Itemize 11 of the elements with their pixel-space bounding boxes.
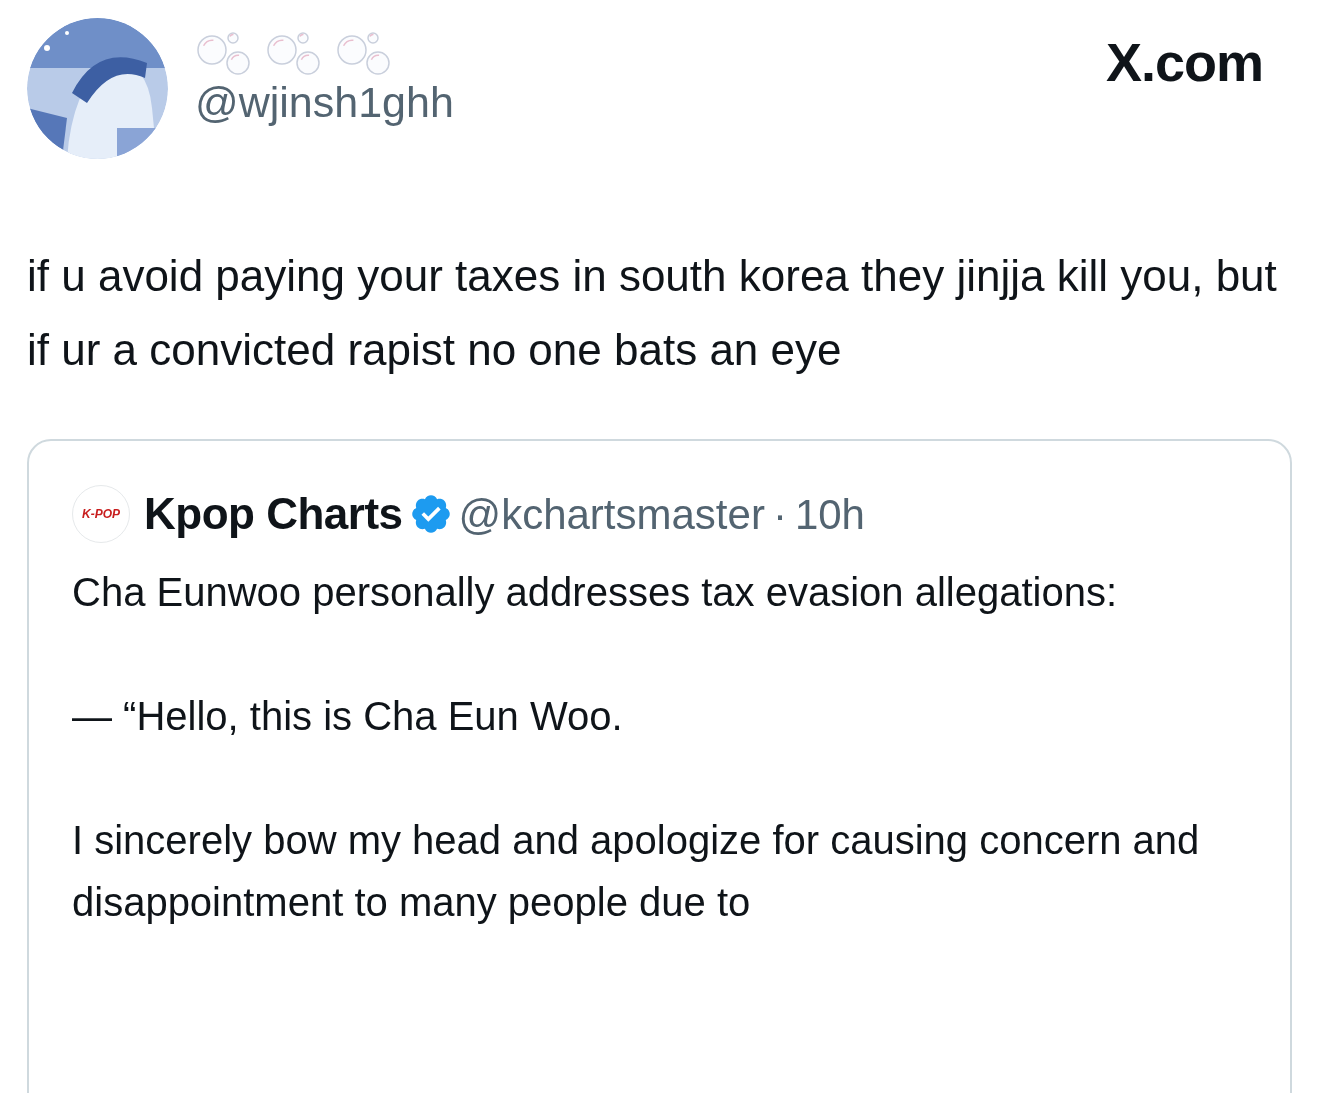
- quoted-tweet-card[interactable]: [27, 439, 1292, 1093]
- site-label: X.com: [1105, 31, 1263, 94]
- quoted-author-handle[interactable]: @kchartsmaster: [458, 482, 765, 546]
- quoted-time[interactable]: 10h: [794, 482, 865, 546]
- quoted-paragraph: I sincerely bow my head and apologize for causing concern and disappointment to many people due to: [72, 817, 1201, 926]
- quoted-paragraph: Cha Eunwoo personally addresses tax evasion allegations:: [72, 569, 1119, 616]
- separator: ·: [772, 489, 787, 540]
- quoted-author-name[interactable]: Kpop Charts: [144, 481, 403, 547]
- author-handle[interactable]: @wjinsh1ghh: [195, 76, 454, 128]
- quoted-paragraph: — “Hello, this is Cha Eun Woo.: [72, 693, 624, 740]
- tweet-text: if u avoid paying your taxes in south korea they jinjja kill you, but if ur a convicted rapist no one bats an eye: [27, 250, 1278, 376]
